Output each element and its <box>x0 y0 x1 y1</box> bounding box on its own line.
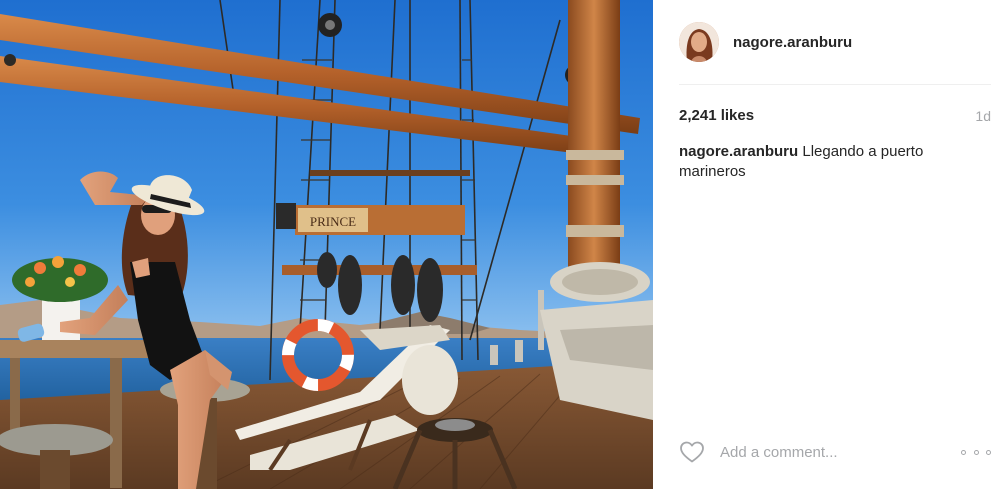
boat-photo-illustration: PRINCE <box>0 0 653 489</box>
post-side-panel: nagore.aranburu 2,241 likes 1d nagore.ar… <box>653 0 1001 489</box>
post-meta: 2,241 likes 1d <box>679 107 991 124</box>
more-dot <box>973 449 979 455</box>
caption-username[interactable]: nagore.aranburu <box>679 143 798 160</box>
likes-count[interactable]: 2,241 likes <box>679 107 754 124</box>
heart-outline-icon[interactable] <box>679 440 705 464</box>
add-comment-input[interactable] <box>718 442 952 462</box>
post-header: nagore.aranburu <box>679 0 991 85</box>
prince-sign-text: PRINCE <box>310 214 356 229</box>
author-username[interactable]: nagore.aranburu <box>733 34 852 51</box>
post-caption: nagore.aranburu Llegando a puerto marine… <box>679 142 969 182</box>
comment-bar <box>679 437 991 467</box>
post-age[interactable]: 1d <box>975 108 991 124</box>
more-dot <box>961 449 966 455</box>
instagram-post: PRINCE nagore.aranburu 2,241 likes 1d na… <box>0 0 1001 489</box>
post-photo[interactable]: PRINCE <box>0 0 653 489</box>
more-options-icon[interactable] <box>961 447 991 457</box>
author-avatar[interactable] <box>679 22 719 62</box>
more-dot <box>986 449 991 455</box>
